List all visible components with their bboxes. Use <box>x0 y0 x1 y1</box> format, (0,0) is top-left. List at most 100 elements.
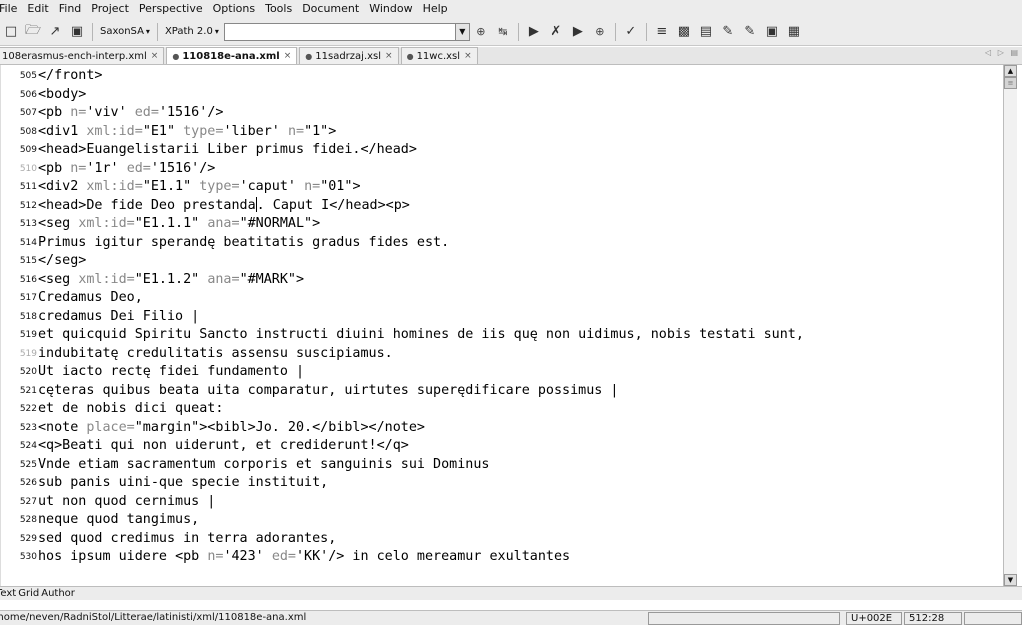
code-token: ut non quod cernimus | <box>38 493 216 509</box>
preview-icon[interactable]: ▦ <box>784 22 804 42</box>
tab-11wc-xsl[interactable]: ● 11wc.xsl × <box>400 47 478 64</box>
code-token: <note <box>38 419 87 435</box>
code-line[interactable]: 521 cęteras quibus beata uita comparatur,… <box>1 382 1003 400</box>
transformer-label: SaxonSA <box>100 26 144 37</box>
menu-window[interactable]: Window <box>364 0 417 18</box>
code-text: <head>De fide Deo prestanda. Caput I</he… <box>38 196 410 215</box>
code-line[interactable]: 522 et de nobis dici queat: <box>1 400 1003 418</box>
attribute-value: "#NORMAL" <box>239 216 313 231</box>
menu-document[interactable]: Document <box>297 0 364 18</box>
code-text: Credamus Deo, <box>38 289 143 307</box>
expand-icon[interactable]: ✎ <box>740 22 760 42</box>
attribute-value: "E1.1" <box>142 179 192 194</box>
code-line[interactable]: 528 neque quod tangimus, <box>1 511 1003 529</box>
menu-tools[interactable]: Tools <box>260 0 297 18</box>
code-text: neque quod tangimus, <box>38 511 199 529</box>
menu-file[interactable]: File <box>0 0 22 18</box>
comment-icon[interactable]: ▩ <box>674 22 694 42</box>
tab-11sadrzaj-xsl[interactable]: ● 11sadrzaj.xsl × <box>299 47 399 64</box>
transformer-dropdown[interactable]: SaxonSA ▾ <box>100 26 150 37</box>
code-line[interactable]: 527 ut non quod cernimus | <box>1 493 1003 511</box>
format-indent-icon[interactable]: ≡ <box>652 22 672 42</box>
tab-110818e-ana-xml[interactable]: ● 110818e-ana.xml × <box>166 47 298 64</box>
run-debug-icon[interactable]: ▶ <box>568 22 588 42</box>
xpath-icon[interactable]: ⊕ <box>590 22 610 42</box>
close-icon[interactable]: × <box>151 49 159 64</box>
code-text: <seg xml:id="E1.1.2" ana="#MARK"> <box>38 271 304 289</box>
code-line[interactable]: 515 </seg> <box>1 252 1003 270</box>
mode-author[interactable]: Author <box>41 588 75 599</box>
code-line[interactable]: 508 <div1 xml:id="E1" type='liber' n="1"> <box>1 123 1003 141</box>
run-icon[interactable]: ▶ <box>524 22 544 42</box>
code-line[interactable]: 516 <seg xml:id="E1.1.2" ana="#MARK"> <box>1 271 1003 289</box>
code-line[interactable]: 530 hos ipsum uidere <pb n='423' ed='KK'/… <box>1 548 1003 566</box>
close-icon[interactable]: × <box>464 49 472 64</box>
mode-text[interactable]: Text <box>0 588 16 599</box>
line-number: 529 <box>19 533 37 544</box>
modified-dot-icon: ● <box>172 51 180 61</box>
debug-icon[interactable]: ✗ <box>546 22 566 42</box>
code-line[interactable]: 526 sub panis uini-que specie instituit, <box>1 474 1003 492</box>
line-number: 522 <box>19 404 37 414</box>
toggle-icon[interactable]: ▤ <box>696 22 716 42</box>
code-token: ><bibl>Jo. 20.</bibl></note> <box>199 419 425 435</box>
xpath-run-icon[interactable]: ⊕ <box>471 22 491 42</box>
split-icon[interactable]: ✎ <box>718 22 738 42</box>
menu-find[interactable]: Find <box>54 0 87 18</box>
code-token: credamus Dei Filio | <box>38 308 200 324</box>
menu-perspective[interactable]: Perspective <box>134 0 208 18</box>
code-line[interactable]: 505 </front> <box>1 67 1003 85</box>
xpath-version-dropdown[interactable]: XPath 2.0 ▾ <box>165 26 219 37</box>
code-line[interactable]: 529 sed quod credimus in terra adorantes, <box>1 530 1003 548</box>
editor-mode-bar: TextGridAuthor <box>0 586 1022 600</box>
code-line[interactable]: 520 Ut iacto rectę fidei fundamento | <box>1 363 1003 381</box>
code-editor[interactable]: 505 </front> 506 <body> 507 <pb n='viv' ed='1… <box>0 65 1003 586</box>
code-line[interactable]: 525 Vnde etiam sacramentum corporis et sa… <box>1 456 1003 474</box>
close-icon[interactable]: × <box>385 49 393 64</box>
code-token: hos ipsum uidere <box>38 549 176 564</box>
validate-icon[interactable]: ✓ <box>621 22 641 42</box>
xpath-history-dropdown[interactable]: ▼ <box>455 22 470 41</box>
attribute-name: ed= <box>126 160 151 176</box>
code-line[interactable]: 524 <q>Beati qui non uiderunt, et credide… <box>1 437 1003 455</box>
code-line[interactable]: 509 <head>Euangelistarii Liber primus fid… <box>1 141 1003 159</box>
mode-grid[interactable]: Grid <box>18 588 39 599</box>
code-line[interactable]: 513 <seg xml:id="E1.1.1" ana="#NORMAL"> <box>1 215 1003 233</box>
settings-icon[interactable]: ↹ <box>493 22 513 42</box>
code-token: > <box>296 271 305 287</box>
code-line[interactable]: 518 credamus Dei Filio | <box>1 308 1003 326</box>
line-number: 528 <box>19 515 37 525</box>
code-line[interactable]: 517 Credamus Deo, <box>1 289 1003 307</box>
menu-options[interactable]: Options <box>208 0 260 18</box>
tab-nav-icon[interactable]: ◁ ▷ ▤ <box>985 48 1020 57</box>
scroll-down-icon[interactable]: ▼ <box>1004 574 1017 586</box>
code-line[interactable]: 512 <head>De fide Deo prestanda. Caput I<… <box>1 196 1003 215</box>
code-line[interactable]: 514 Primus igitur sperandę beatitatis gra… <box>1 234 1003 252</box>
attribute-name: xml:id= <box>78 271 135 287</box>
tab-label: 108erasmus-ench-interp.xml <box>2 50 147 62</box>
scroll-thumb[interactable]: ≡ <box>1004 77 1017 89</box>
menu-help[interactable]: Help <box>418 0 453 18</box>
code-line[interactable]: 519 indubitatę credulitatis assensu susci… <box>1 345 1003 363</box>
menu-edit[interactable]: Edit <box>22 0 53 18</box>
code-line[interactable]: 507 <pb n='viv' ed='1516'/> <box>1 104 1003 122</box>
code-line[interactable]: 523 <note place="margin"><bibl>Jo. 20.</b… <box>1 419 1003 437</box>
xpath-input[interactable] <box>223 22 456 41</box>
code-line[interactable]: 511 <div2 xml:id="E1.1" type='caput' n="0… <box>1 178 1003 196</box>
open-url-icon[interactable]: ↗ <box>45 22 65 42</box>
code-token: <pb <box>38 160 71 176</box>
toolbar-separator <box>614 22 616 41</box>
code-line[interactable]: 506 <body> <box>1 86 1003 104</box>
lock-icon[interactable]: ▣ <box>762 22 782 42</box>
vertical-scrollbar[interactable]: ▲ ≡ ▼ <box>1003 65 1017 586</box>
scroll-up-icon[interactable]: ▲ <box>1004 65 1017 77</box>
close-icon[interactable]: × <box>284 49 292 64</box>
save-icon[interactable]: ▣ <box>67 22 87 42</box>
tab-108erasmus-ench-interp-xml[interactable]: 108erasmus-ench-interp.xml × <box>0 47 165 64</box>
open-folder-icon[interactable]: 🗁 <box>23 22 43 42</box>
code-line[interactable]: 519 et quicquid Spiritu Sancto instructi … <box>1 326 1003 344</box>
new-file-icon[interactable]: □ <box>1 22 21 42</box>
menu-project[interactable]: Project <box>86 0 134 18</box>
code-line[interactable]: 510 <pb n='1r' ed='1516'/> <box>1 160 1003 178</box>
